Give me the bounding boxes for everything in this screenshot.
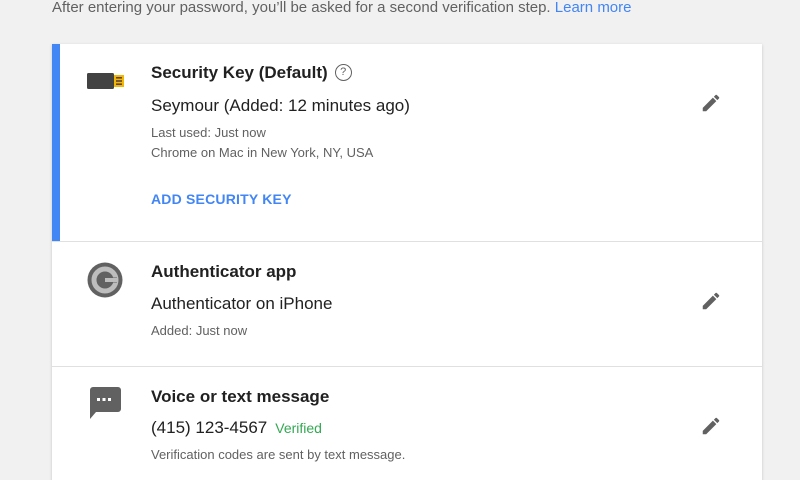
sms-message-icon xyxy=(87,387,121,425)
verified-status: Verified xyxy=(275,420,322,436)
phone-number-row: (415) 123-4567 Verified xyxy=(151,417,322,439)
help-icon[interactable]: ? xyxy=(334,63,352,81)
voice-text-section: Voice or text message (415) 123-4567 Veri… xyxy=(52,366,762,480)
pencil-icon xyxy=(702,292,720,310)
usb-security-key-icon xyxy=(87,71,125,96)
authenticator-app-section: Authenticator app Authenticator on iPhon… xyxy=(52,241,762,367)
security-key-last-used: Last used: Just now xyxy=(151,125,266,140)
two-step-verification-page: After entering your password, you’ll be … xyxy=(0,0,800,480)
add-security-key-button[interactable]: ADD SECURITY KEY xyxy=(151,189,292,209)
default-method-accent-bar xyxy=(52,44,60,241)
learn-more-link[interactable]: Learn more xyxy=(555,0,632,16)
authenticator-app-icon xyxy=(87,262,123,303)
voice-text-description: Verification codes are sent by text mess… xyxy=(151,447,406,462)
security-key-location: Chrome on Mac in New York, NY, USA xyxy=(151,145,374,160)
authenticator-device: Authenticator on iPhone xyxy=(151,294,333,313)
security-key-title-text: Security Key (Default) xyxy=(151,63,328,82)
edit-security-key-button[interactable] xyxy=(700,92,722,114)
phone-number: (415) 123-4567 xyxy=(151,418,268,437)
intro-description: After entering your password, you’ll be … xyxy=(52,0,551,16)
pencil-icon xyxy=(702,94,720,112)
voice-text-title: Voice or text message xyxy=(151,387,330,406)
pencil-icon xyxy=(702,417,720,435)
security-key-title: Security Key (Default)? xyxy=(151,62,352,84)
security-key-section: Security Key (Default)? Seymour (Added: … xyxy=(52,44,762,241)
authenticator-added: Added: Just now xyxy=(151,323,248,338)
intro-text: After entering your password, you’ll be … xyxy=(52,0,632,18)
verification-methods-card: Security Key (Default)? Seymour (Added: … xyxy=(52,44,762,480)
edit-authenticator-button[interactable] xyxy=(700,290,722,312)
security-key-name: Seymour (Added: 12 minutes ago) xyxy=(151,96,410,115)
edit-phone-button[interactable] xyxy=(700,415,722,437)
authenticator-title: Authenticator app xyxy=(151,262,297,281)
